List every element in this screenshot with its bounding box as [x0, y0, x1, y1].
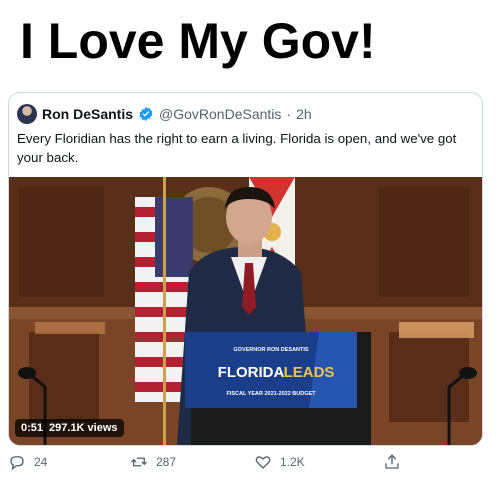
quoted-tweet-card[interactable]: Ron DeSantis @GovRonDeSantis · 2h Every …	[8, 92, 483, 446]
retweet-icon	[131, 457, 147, 467]
author-handle[interactable]: @GovRonDeSantis	[159, 106, 281, 122]
podium: GOVERNOR RON DESANTIS FLORIDA LEADS FISC…	[185, 332, 371, 445]
tweet-action-bar: 24 287 1.2K	[0, 449, 500, 475]
video-frame: GOVERNOR RON DESANTIS FLORIDA LEADS FISC…	[9, 177, 482, 445]
retweet-button[interactable]: 287	[130, 449, 176, 475]
tweet-text: Every Floridian has the right to earn a …	[17, 131, 457, 165]
podium-leads: LEADS	[284, 364, 335, 381]
reply-count: 24	[34, 455, 48, 469]
podium-florida: FLORIDA	[218, 364, 285, 381]
reply-icon	[10, 456, 24, 471]
share-button[interactable]	[383, 449, 401, 475]
video-player[interactable]: GOVERNOR RON DESANTIS FLORIDA LEADS FISC…	[9, 177, 482, 445]
reply-button[interactable]: 24	[8, 449, 47, 475]
retweet-count: 287	[156, 455, 177, 469]
like-button[interactable]: 1.2K	[254, 449, 305, 475]
podium-line1: GOVERNOR RON DESANTIS	[233, 347, 309, 353]
tweet-timestamp[interactable]: 2h	[296, 106, 312, 122]
verified-badge-icon	[139, 107, 153, 121]
separator-dot: ·	[286, 106, 292, 122]
share-icon	[385, 454, 399, 469]
video-info-badge: 0:51 297.1K views	[15, 419, 124, 437]
podium-line3: FISCAL YEAR 2021-2022 BUDGET	[226, 391, 316, 397]
avatar[interactable]	[17, 104, 37, 124]
heart-icon	[255, 456, 271, 469]
author-name[interactable]: Ron DeSantis	[42, 106, 133, 122]
headline: I Love My Gov!	[20, 13, 376, 69]
video-views: 297.1K views	[49, 422, 118, 434]
tweet-header: Ron DeSantis @GovRonDeSantis · 2h	[17, 103, 312, 125]
like-count: 1.2K	[280, 455, 305, 469]
video-duration: 0:51	[21, 422, 44, 434]
